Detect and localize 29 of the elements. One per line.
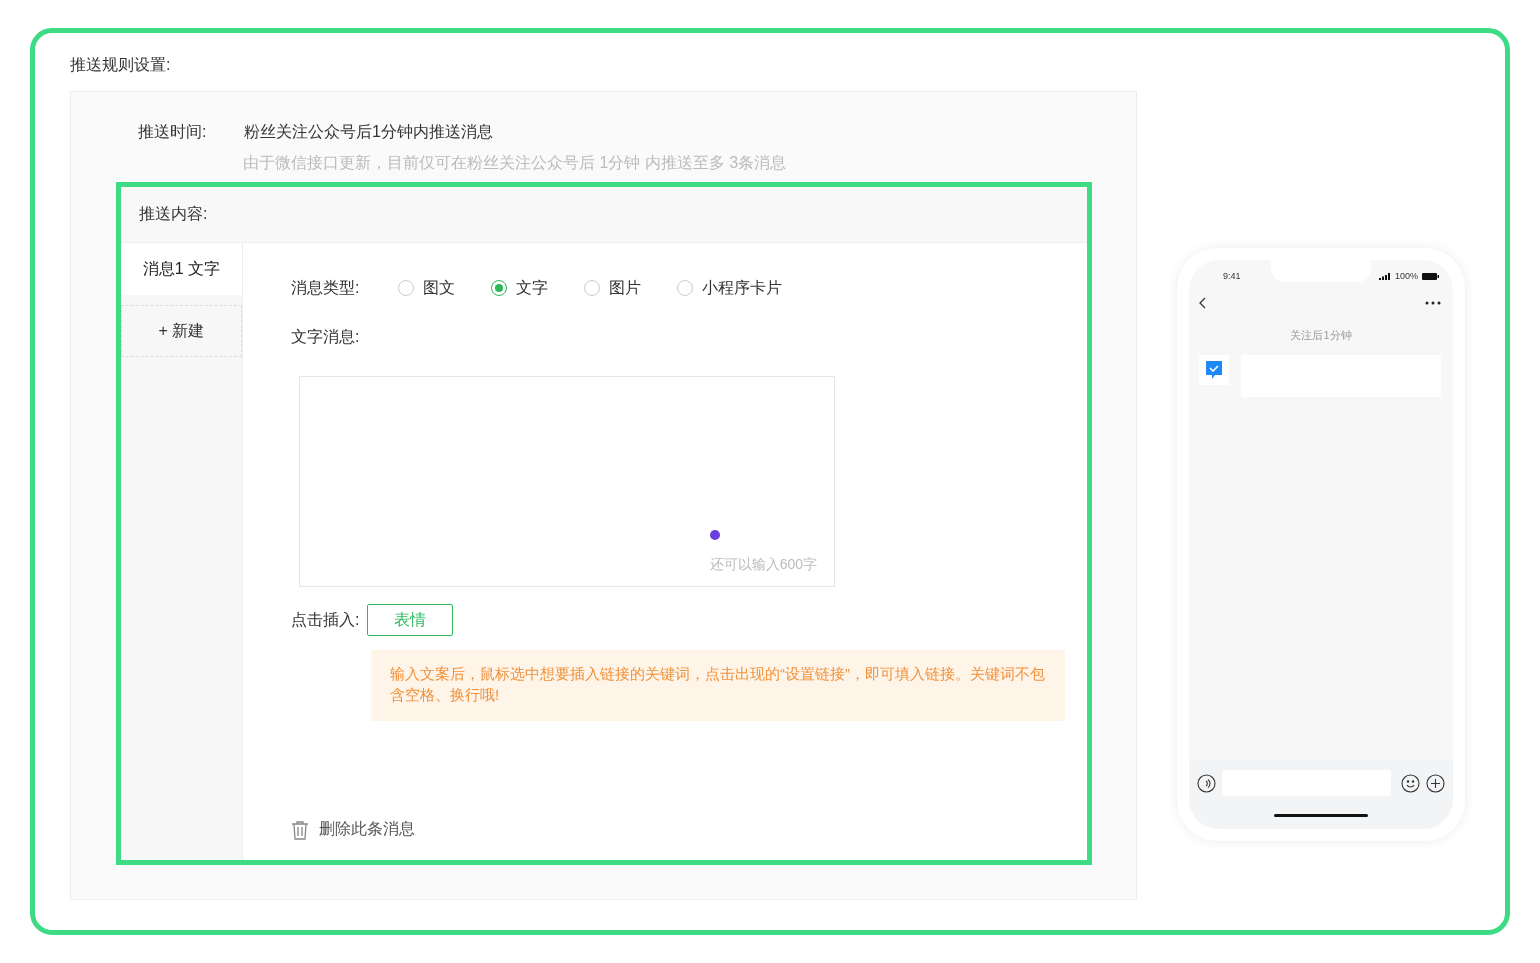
trash-icon: [291, 819, 309, 840]
insert-label: 点击插入:: [291, 609, 360, 630]
push-time-label: 推送时间:: [138, 122, 208, 142]
message-type-option[interactable]: 小程序卡片: [677, 277, 782, 299]
back-icon[interactable]: [1199, 297, 1207, 309]
message-type-option[interactable]: 文字: [491, 277, 548, 299]
push-time-value: 粉丝关注公众号后1分钟内推送消息: [244, 122, 493, 142]
message-type-label: 消息类型:: [291, 277, 361, 298]
cursor-dot: [710, 530, 720, 540]
plus-icon[interactable]: [1426, 773, 1445, 793]
message-type-option[interactable]: 图片: [584, 277, 641, 299]
voice-icon[interactable]: [1197, 773, 1216, 793]
text-message-label: 文字消息:: [291, 327, 361, 347]
emoji-icon[interactable]: [1401, 773, 1420, 793]
link-notice: 输入文案后，鼠标选中想要插入链接的关键词，点击出现的“设置链接”，即可填入链接。关键词不包含空格、换行哦!: [371, 650, 1065, 721]
delete-message-button[interactable]: 删除此条消息: [291, 819, 415, 840]
signal-icon: [1378, 272, 1391, 280]
new-message-button[interactable]: + 新建: [121, 305, 242, 357]
chat-check-icon: [1205, 360, 1223, 380]
more-icon[interactable]: [1425, 301, 1441, 305]
preview-caption: 关注后1分钟: [1289, 328, 1353, 343]
status-time: 9:41: [1223, 271, 1241, 281]
battery-percent: 100%: [1394, 271, 1418, 281]
message-type-option[interactable]: 图文: [398, 277, 455, 299]
char-counter: 还可以输入600字: [709, 556, 817, 574]
message-tab[interactable]: 消息1 文字: [121, 243, 242, 295]
section-title: 推送规则设置:: [70, 55, 172, 75]
content-title: 推送内容:: [139, 204, 208, 224]
battery-icon: [1422, 272, 1439, 280]
